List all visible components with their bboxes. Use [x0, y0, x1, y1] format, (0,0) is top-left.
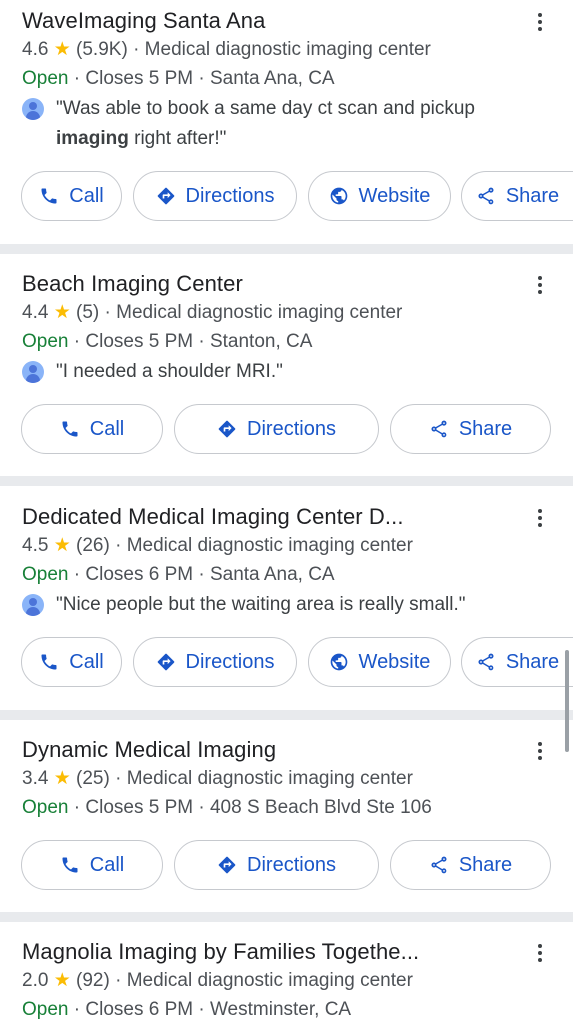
section-divider — [0, 912, 573, 922]
open-status: Open — [22, 331, 69, 352]
category: Medical diagnostic imaging center — [126, 535, 413, 556]
share-button[interactable]: Share — [461, 637, 573, 687]
category: Medical diagnostic imaging center — [144, 39, 431, 60]
listing-card[interactable]: Dedicated Medical Imaging Center D... 4.… — [0, 486, 573, 710]
listing-card[interactable]: WaveImaging Santa Ana 4.6 ★ (5.9K) · Med… — [0, 0, 573, 244]
directions-button[interactable]: Directions — [174, 840, 379, 890]
star-icon: ★ — [53, 302, 71, 323]
phone-icon — [39, 652, 59, 672]
listing-title[interactable]: Dynamic Medical Imaging — [22, 736, 276, 764]
section-divider — [0, 476, 573, 486]
call-button[interactable]: Call — [21, 171, 122, 221]
call-button[interactable]: Call — [21, 840, 163, 890]
review-snippet: "Was able to book a same day ct scan and… — [22, 94, 542, 154]
directions-icon — [217, 855, 237, 875]
directions-button[interactable]: Directions — [174, 404, 379, 454]
globe-icon — [329, 186, 349, 206]
phone-icon — [60, 419, 80, 439]
scrollbar[interactable] — [565, 650, 569, 752]
rating-line: 2.0 ★ (92) · Medical diagnostic imaging … — [22, 970, 413, 991]
open-status: Open — [22, 999, 69, 1020]
globe-icon — [329, 652, 349, 672]
open-status: Open — [22, 797, 69, 818]
listing-title[interactable]: WaveImaging Santa Ana — [22, 7, 265, 35]
call-button[interactable]: Call — [21, 637, 122, 687]
share-icon — [429, 855, 449, 875]
share-button[interactable]: Share — [390, 840, 551, 890]
review-snippet: "I needed a shoulder MRI." — [22, 357, 542, 387]
user-avatar-icon — [22, 594, 44, 616]
listing-card[interactable]: Dynamic Medical Imaging 3.4 ★ (25) · Med… — [0, 720, 573, 912]
rating-line: 4.5 ★ (26) · Medical diagnostic imaging … — [22, 535, 413, 556]
directions-button[interactable]: Directions — [133, 171, 297, 221]
rating-line: 4.6 ★ (5.9K) · Medical diagnostic imagin… — [22, 39, 431, 60]
category: Medical diagnostic imaging center — [126, 768, 413, 789]
share-button[interactable]: Share — [390, 404, 551, 454]
star-icon: ★ — [53, 768, 71, 789]
rating-value: 4.6 — [22, 39, 49, 60]
directions-button[interactable]: Directions — [133, 637, 297, 687]
phone-icon — [60, 855, 80, 875]
review-snippet: "Nice people but the waiting area is rea… — [22, 590, 542, 620]
share-button[interactable]: Share — [461, 171, 573, 221]
more-options-icon[interactable] — [528, 737, 552, 765]
location: Santa Ana, CA — [209, 564, 335, 585]
rating-line: 4.4 ★ (5) · Medical diagnostic imaging c… — [22, 302, 403, 323]
hours-line: Open · Closes 5 PM · Santa Ana, CA — [22, 68, 335, 89]
open-status: Open — [22, 564, 69, 585]
closing-time: Closes 5 PM — [85, 797, 194, 818]
more-options-icon[interactable] — [528, 504, 552, 532]
directions-icon — [156, 652, 176, 672]
star-icon: ★ — [53, 535, 71, 556]
location: Westminster, CA — [209, 999, 352, 1020]
closing-time: Closes 6 PM — [85, 999, 194, 1020]
closing-time: Closes 6 PM — [85, 564, 194, 585]
category: Medical diagnostic imaging center — [116, 302, 403, 323]
location: 408 S Beach Blvd Ste 106 — [209, 797, 432, 818]
website-button[interactable]: Website — [308, 637, 451, 687]
directions-icon — [156, 186, 176, 206]
closing-time: Closes 5 PM — [85, 331, 194, 352]
share-icon — [476, 652, 496, 672]
review-count[interactable]: (5) — [76, 302, 99, 323]
more-options-icon[interactable] — [528, 8, 552, 36]
listing-card[interactable]: Beach Imaging Center 4.4 ★ (5) · Medical… — [0, 254, 573, 476]
website-button[interactable]: Website — [308, 171, 451, 221]
directions-icon — [217, 419, 237, 439]
share-icon — [429, 419, 449, 439]
review-count[interactable]: (5.9K) — [76, 39, 128, 60]
more-options-icon[interactable] — [528, 271, 552, 299]
phone-icon — [39, 186, 59, 206]
section-divider — [0, 710, 573, 720]
hours-line: Open · Closes 6 PM · Santa Ana, CA — [22, 564, 335, 585]
listing-title[interactable]: Dedicated Medical Imaging Center D... — [22, 503, 404, 531]
call-button[interactable]: Call — [21, 404, 163, 454]
location: Stanton, CA — [209, 331, 313, 352]
location: Santa Ana, CA — [209, 68, 335, 89]
hours-line: Open · Closes 5 PM · 408 S Beach Blvd St… — [22, 797, 432, 818]
open-status: Open — [22, 68, 69, 89]
review-count[interactable]: (25) — [76, 768, 110, 789]
review-count[interactable]: (26) — [76, 535, 110, 556]
closing-time: Closes 5 PM — [85, 68, 194, 89]
listing-title[interactable]: Magnolia Imaging by Families Togethe... — [22, 938, 419, 966]
more-options-icon[interactable] — [528, 939, 552, 967]
star-icon: ★ — [53, 970, 71, 991]
share-icon — [476, 186, 496, 206]
review-count[interactable]: (92) — [76, 970, 110, 991]
hours-line: Open · Closes 6 PM · Westminster, CA — [22, 999, 352, 1020]
listing-title[interactable]: Beach Imaging Center — [22, 270, 243, 298]
user-avatar-icon — [22, 361, 44, 383]
section-divider — [0, 244, 573, 254]
star-icon: ★ — [53, 39, 71, 60]
category: Medical diagnostic imaging center — [126, 970, 413, 991]
listing-card[interactable]: Magnolia Imaging by Families Togethe... … — [0, 922, 573, 1024]
rating-line: 3.4 ★ (25) · Medical diagnostic imaging … — [22, 768, 413, 789]
hours-line: Open · Closes 5 PM · Stanton, CA — [22, 331, 313, 352]
user-avatar-icon — [22, 98, 44, 120]
